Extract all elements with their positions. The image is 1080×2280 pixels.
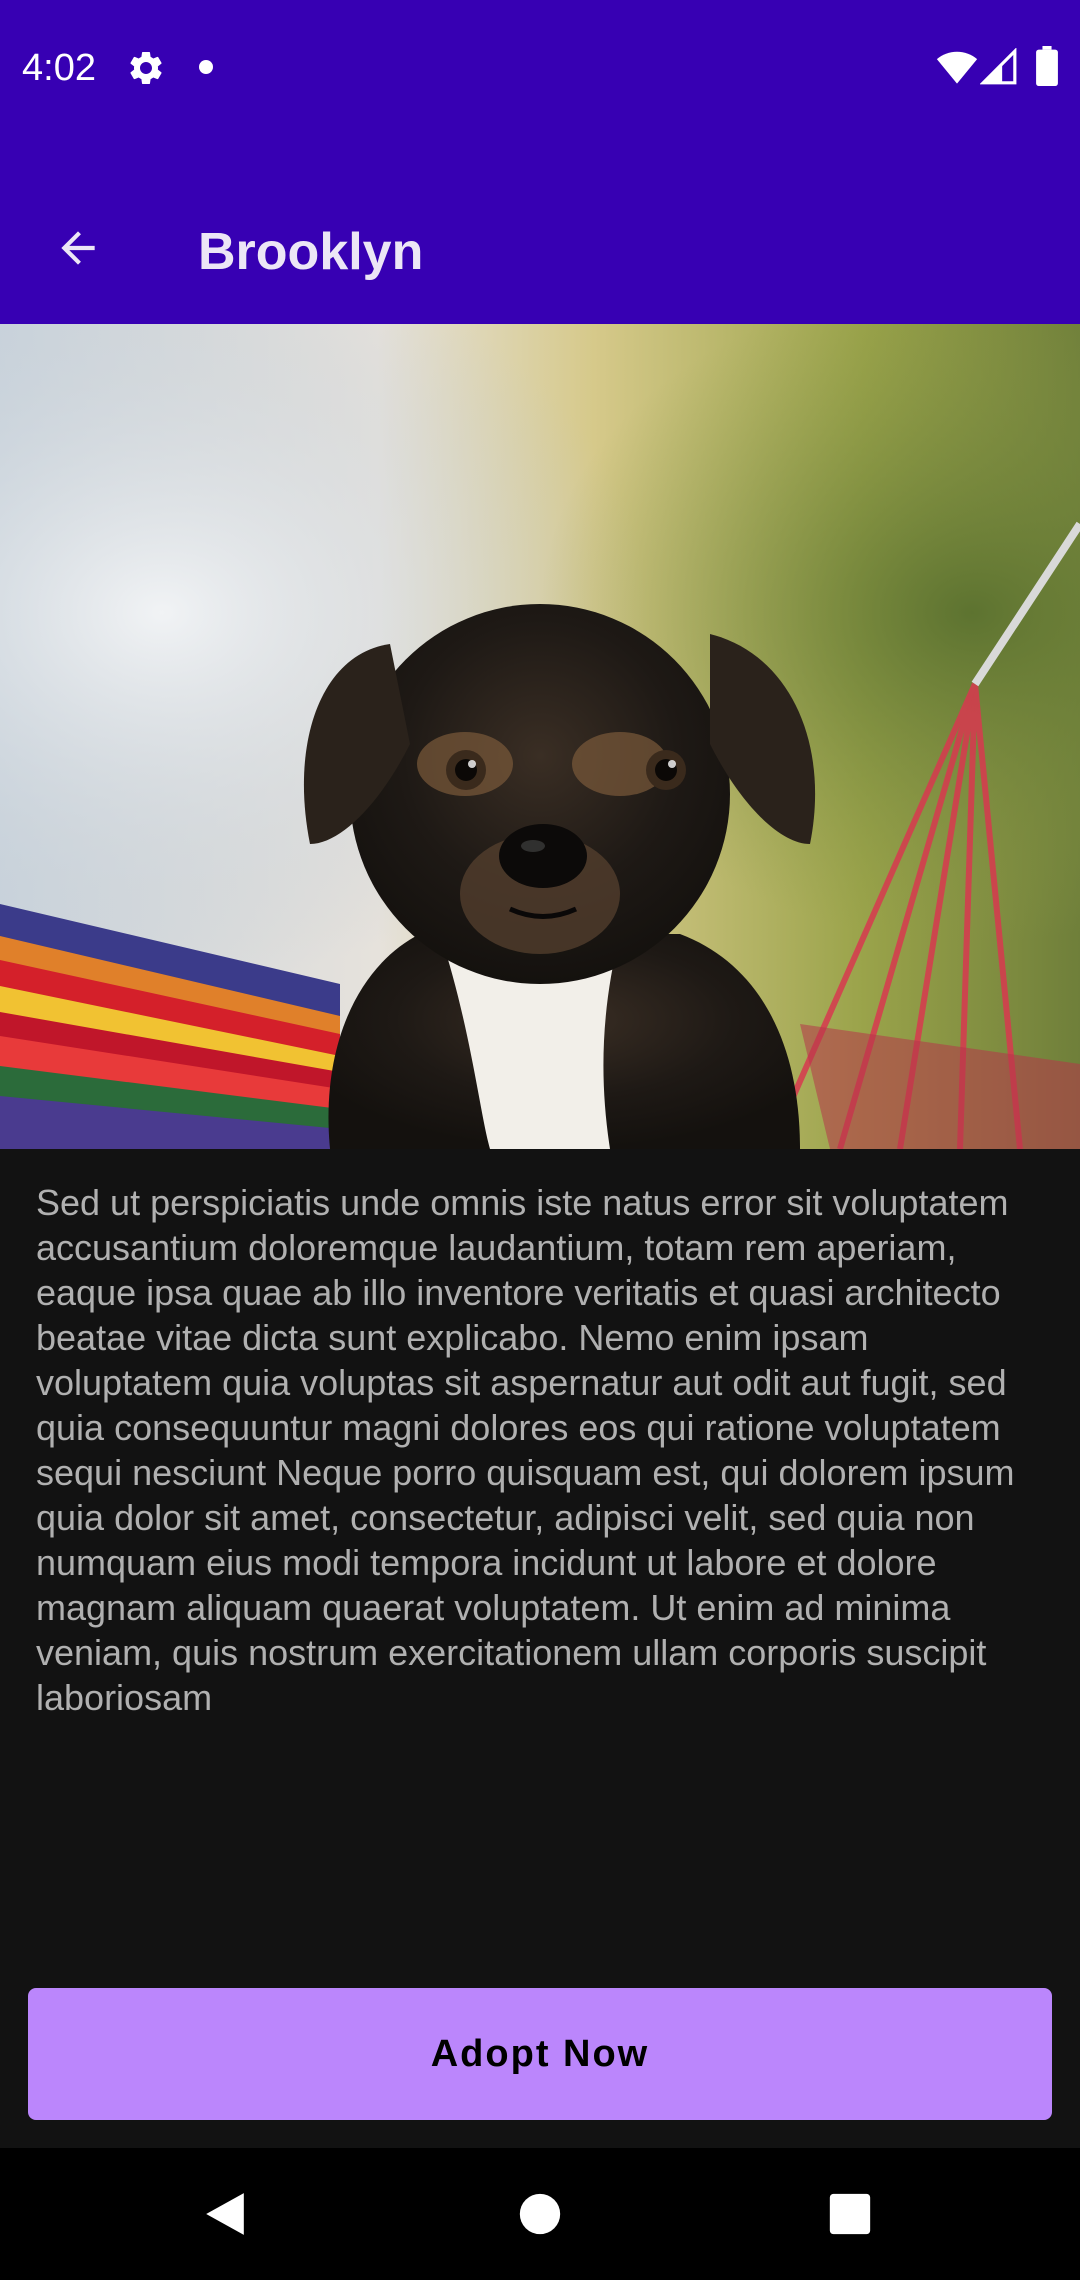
app-bar: Brooklyn xyxy=(0,130,1080,324)
settings-icon xyxy=(130,51,162,84)
notification-dot-icon xyxy=(199,60,213,74)
signal-icon xyxy=(980,48,1017,85)
back-button[interactable] xyxy=(40,210,116,286)
wifi-icon xyxy=(936,51,978,84)
pet-description: Sed ut perspiciatis unde omnis iste natu… xyxy=(36,1182,1015,1718)
page-title: Brooklyn xyxy=(198,223,424,281)
nav-recents-icon[interactable] xyxy=(828,2192,872,2236)
nav-back-icon[interactable] xyxy=(202,2188,248,2240)
adopt-now-button[interactable]: Adopt Now xyxy=(28,1988,1052,2120)
pet-detail-screen: 4:02 Brooklyn Sed ut perspiciatis unde o… xyxy=(0,0,1080,2280)
nav-home-icon[interactable] xyxy=(518,2192,562,2236)
arrow-back-icon xyxy=(61,231,95,265)
pet-photo xyxy=(0,324,1080,1149)
battery-icon xyxy=(1036,46,1058,86)
status-bar: 4:02 xyxy=(0,0,1080,130)
status-time: 4:02 xyxy=(22,47,96,89)
system-nav-bar xyxy=(0,2148,1080,2280)
